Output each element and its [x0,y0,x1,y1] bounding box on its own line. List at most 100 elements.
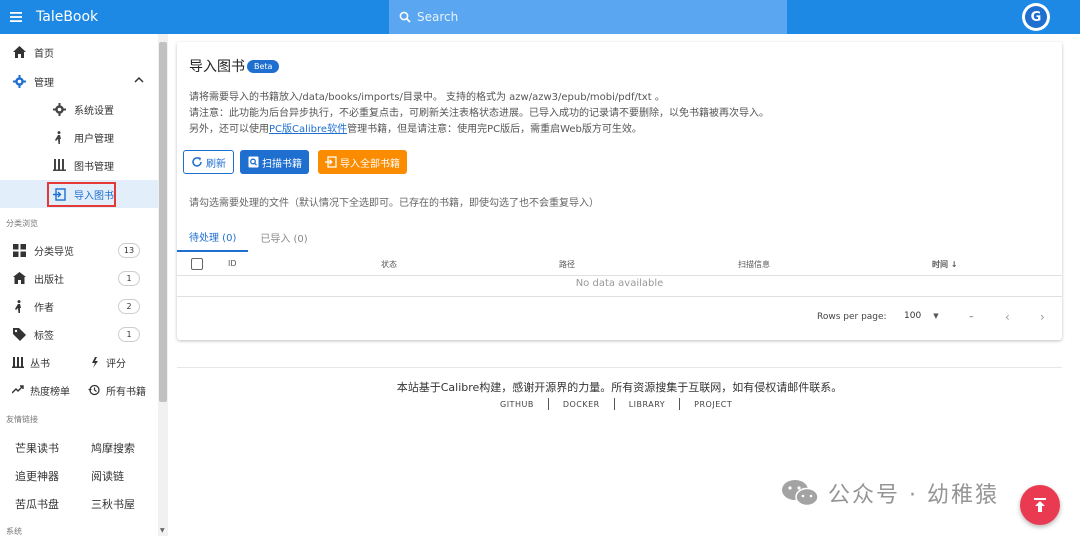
column-header-status[interactable]: 状态 [381,259,397,270]
dropdown-caret-icon: ▼ [933,312,939,320]
sidebar-item-manage[interactable]: 管理 [0,67,158,95]
sidebar-item-hot[interactable]: 热度榜单 [12,380,70,400]
search-input[interactable] [417,10,757,24]
sidebar-item-label: 评分 [106,358,126,370]
footer-links: GITHUB DOCKER LIBRARY PROJECT [500,398,732,410]
import-icon [325,156,337,168]
grid-icon [12,243,26,257]
sidebar-item-label: 出版社 [34,274,64,286]
friend-link[interactable]: 鸠摩搜索 [91,440,135,456]
footer-text: 本站基于Calibre构建，感谢开源界的力量。所有资源搜集于互联网，如有侵权请邮… [396,381,843,394]
upload-fab[interactable] [1020,485,1060,525]
sidebar-item-label: 系统设置 [74,105,114,117]
sidebar-item-browse-categories[interactable]: 分类导览 13 [0,236,158,264]
trending-icon [12,384,24,396]
divider [177,296,1062,297]
sidebar-item-label: 标签 [34,330,54,342]
divider [613,398,615,410]
column-header-id[interactable]: ID [228,259,237,268]
sidebar-item-rating[interactable]: 评分 [88,352,126,372]
footer-link-library[interactable]: LIBRARY [629,400,665,409]
chevron-up-icon[interactable] [134,75,144,86]
home-icon [12,45,26,59]
column-header-path[interactable]: 路径 [559,259,575,270]
app-title[interactable]: TaleBook [36,9,98,25]
count-badge: 13 [118,242,140,258]
empty-state: No data available [575,278,664,289]
sidebar-item-home[interactable]: 首页 [0,38,158,66]
sidebar-item-publisher[interactable]: 出版社 1 [0,264,158,292]
tab-pending[interactable]: 待处理 (0) [177,222,249,252]
sidebar-item-allbooks[interactable]: 所有书籍 [88,380,146,400]
description-line: 另外，还可以使用PC版Calibre软件管理书籍，但是请注意：使用完PC版后，需… [189,120,642,135]
sidebar-item-label: 用户管理 [74,133,114,145]
import-card: 导入图书 Beta 请将需要导入的书籍放入/data/books/imports… [177,42,1062,340]
sidebar-item-label: 分类导览 [34,246,74,258]
friend-link[interactable]: 三秋书屋 [91,496,135,512]
friend-link[interactable]: 阅读链 [91,468,124,484]
scan-icon [247,156,259,168]
top-app-bar: TaleBook G [0,0,1080,34]
count-badge: 1 [118,326,140,342]
sidebar-item-author[interactable]: 作者 2 [0,292,158,320]
button-label: 刷新 [206,158,226,170]
description-text: 另外，还可以使用 [189,124,269,135]
description-line: 请将需要导入的书籍放入/data/books/imports/目录中。 支持的格… [189,92,665,103]
avatar-letter: G [1025,6,1047,28]
sidebar-item-users[interactable]: 用户管理 [0,123,158,151]
scan-button[interactable]: 扫描书籍 [240,150,309,174]
sidebar-item-label: 热度榜单 [30,386,70,398]
avatar[interactable]: G [1022,3,1050,31]
search-bar[interactable] [389,0,787,34]
tab-imported[interactable]: 已导入 (0) [248,222,319,252]
divider [547,398,549,410]
friend-link[interactable]: 芒果读书 [15,440,59,456]
sidebar-item-label: 作者 [34,302,54,314]
sidebar-scrollbar[interactable]: ▼ [158,34,168,536]
publisher-icon [12,271,26,285]
column-header-scan-info[interactable]: 扫描信息 [738,259,770,270]
table-header: ID 状态 路径 扫描信息 时间 ↓ [177,254,1062,276]
import-all-button[interactable]: 导入全部书籍 [318,150,407,174]
refresh-icon [191,156,203,168]
page-title: 导入图书 Beta [189,56,280,76]
footer-link-github[interactable]: GITHUB [500,400,534,409]
sidebar-item-books[interactable]: 图书管理 [0,151,158,179]
sidebar-item-series[interactable]: 丛书 [12,352,50,372]
section-label-browse: 分类浏览 [6,219,38,228]
user-walk-icon [52,130,66,144]
library-icon [52,158,66,172]
calibre-link[interactable]: PC版Calibre软件 [269,124,347,135]
gear-icon [52,102,66,116]
button-label: 导入全部书籍 [340,158,400,170]
refresh-button[interactable]: 刷新 [183,150,234,174]
menu-icon[interactable] [2,0,30,34]
count-badge: 2 [118,298,140,314]
sidebar-item-settings[interactable]: 系统设置 [0,95,158,123]
sidebar-item-label: 管理 [34,77,54,89]
rows-per-page-select[interactable]: 100 ▼ [904,311,939,321]
wechat-icon [782,480,819,507]
friend-link[interactable]: 苦瓜书盘 [15,496,59,512]
sidebar-item-label: 首页 [34,48,54,60]
scrollbar-thumb[interactable] [159,42,167,402]
sidebar-item-label: 所有书籍 [106,386,146,398]
description-line: 请注意：此功能为后台异步执行，不必重复点击，可刷新关注表格状态进展。已导入成功的… [189,108,769,119]
footer-link-docker[interactable]: DOCKER [563,400,600,409]
selection-hint: 请勾选需要处理的文件（默认情况下全选即可。已存在的书籍，即使勾选了也不会重复导入… [189,198,599,209]
select-all-checkbox[interactable] [191,258,203,270]
prev-page-icon[interactable]: ‹ [1005,310,1010,324]
tag-icon [12,327,26,341]
column-header-time[interactable]: 时间 ↓ [932,259,958,270]
rows-per-page-label: Rows per page: [817,312,887,322]
beta-badge: Beta [247,59,280,73]
scroll-down-icon[interactable]: ▼ [160,527,165,534]
next-page-icon[interactable]: › [1040,310,1045,324]
count-badge: 1 [118,270,140,286]
description-text: 管理书籍，但是请注意：使用完PC版后，需重启Web版方可生效。 [347,124,642,135]
sidebar-item-tags[interactable]: 标签 1 [0,320,158,348]
history-icon [88,384,100,396]
friend-link[interactable]: 追更神器 [15,468,59,484]
footer-link-project[interactable]: PROJECT [694,400,732,409]
section-label-links: 友情链接 [6,415,38,424]
